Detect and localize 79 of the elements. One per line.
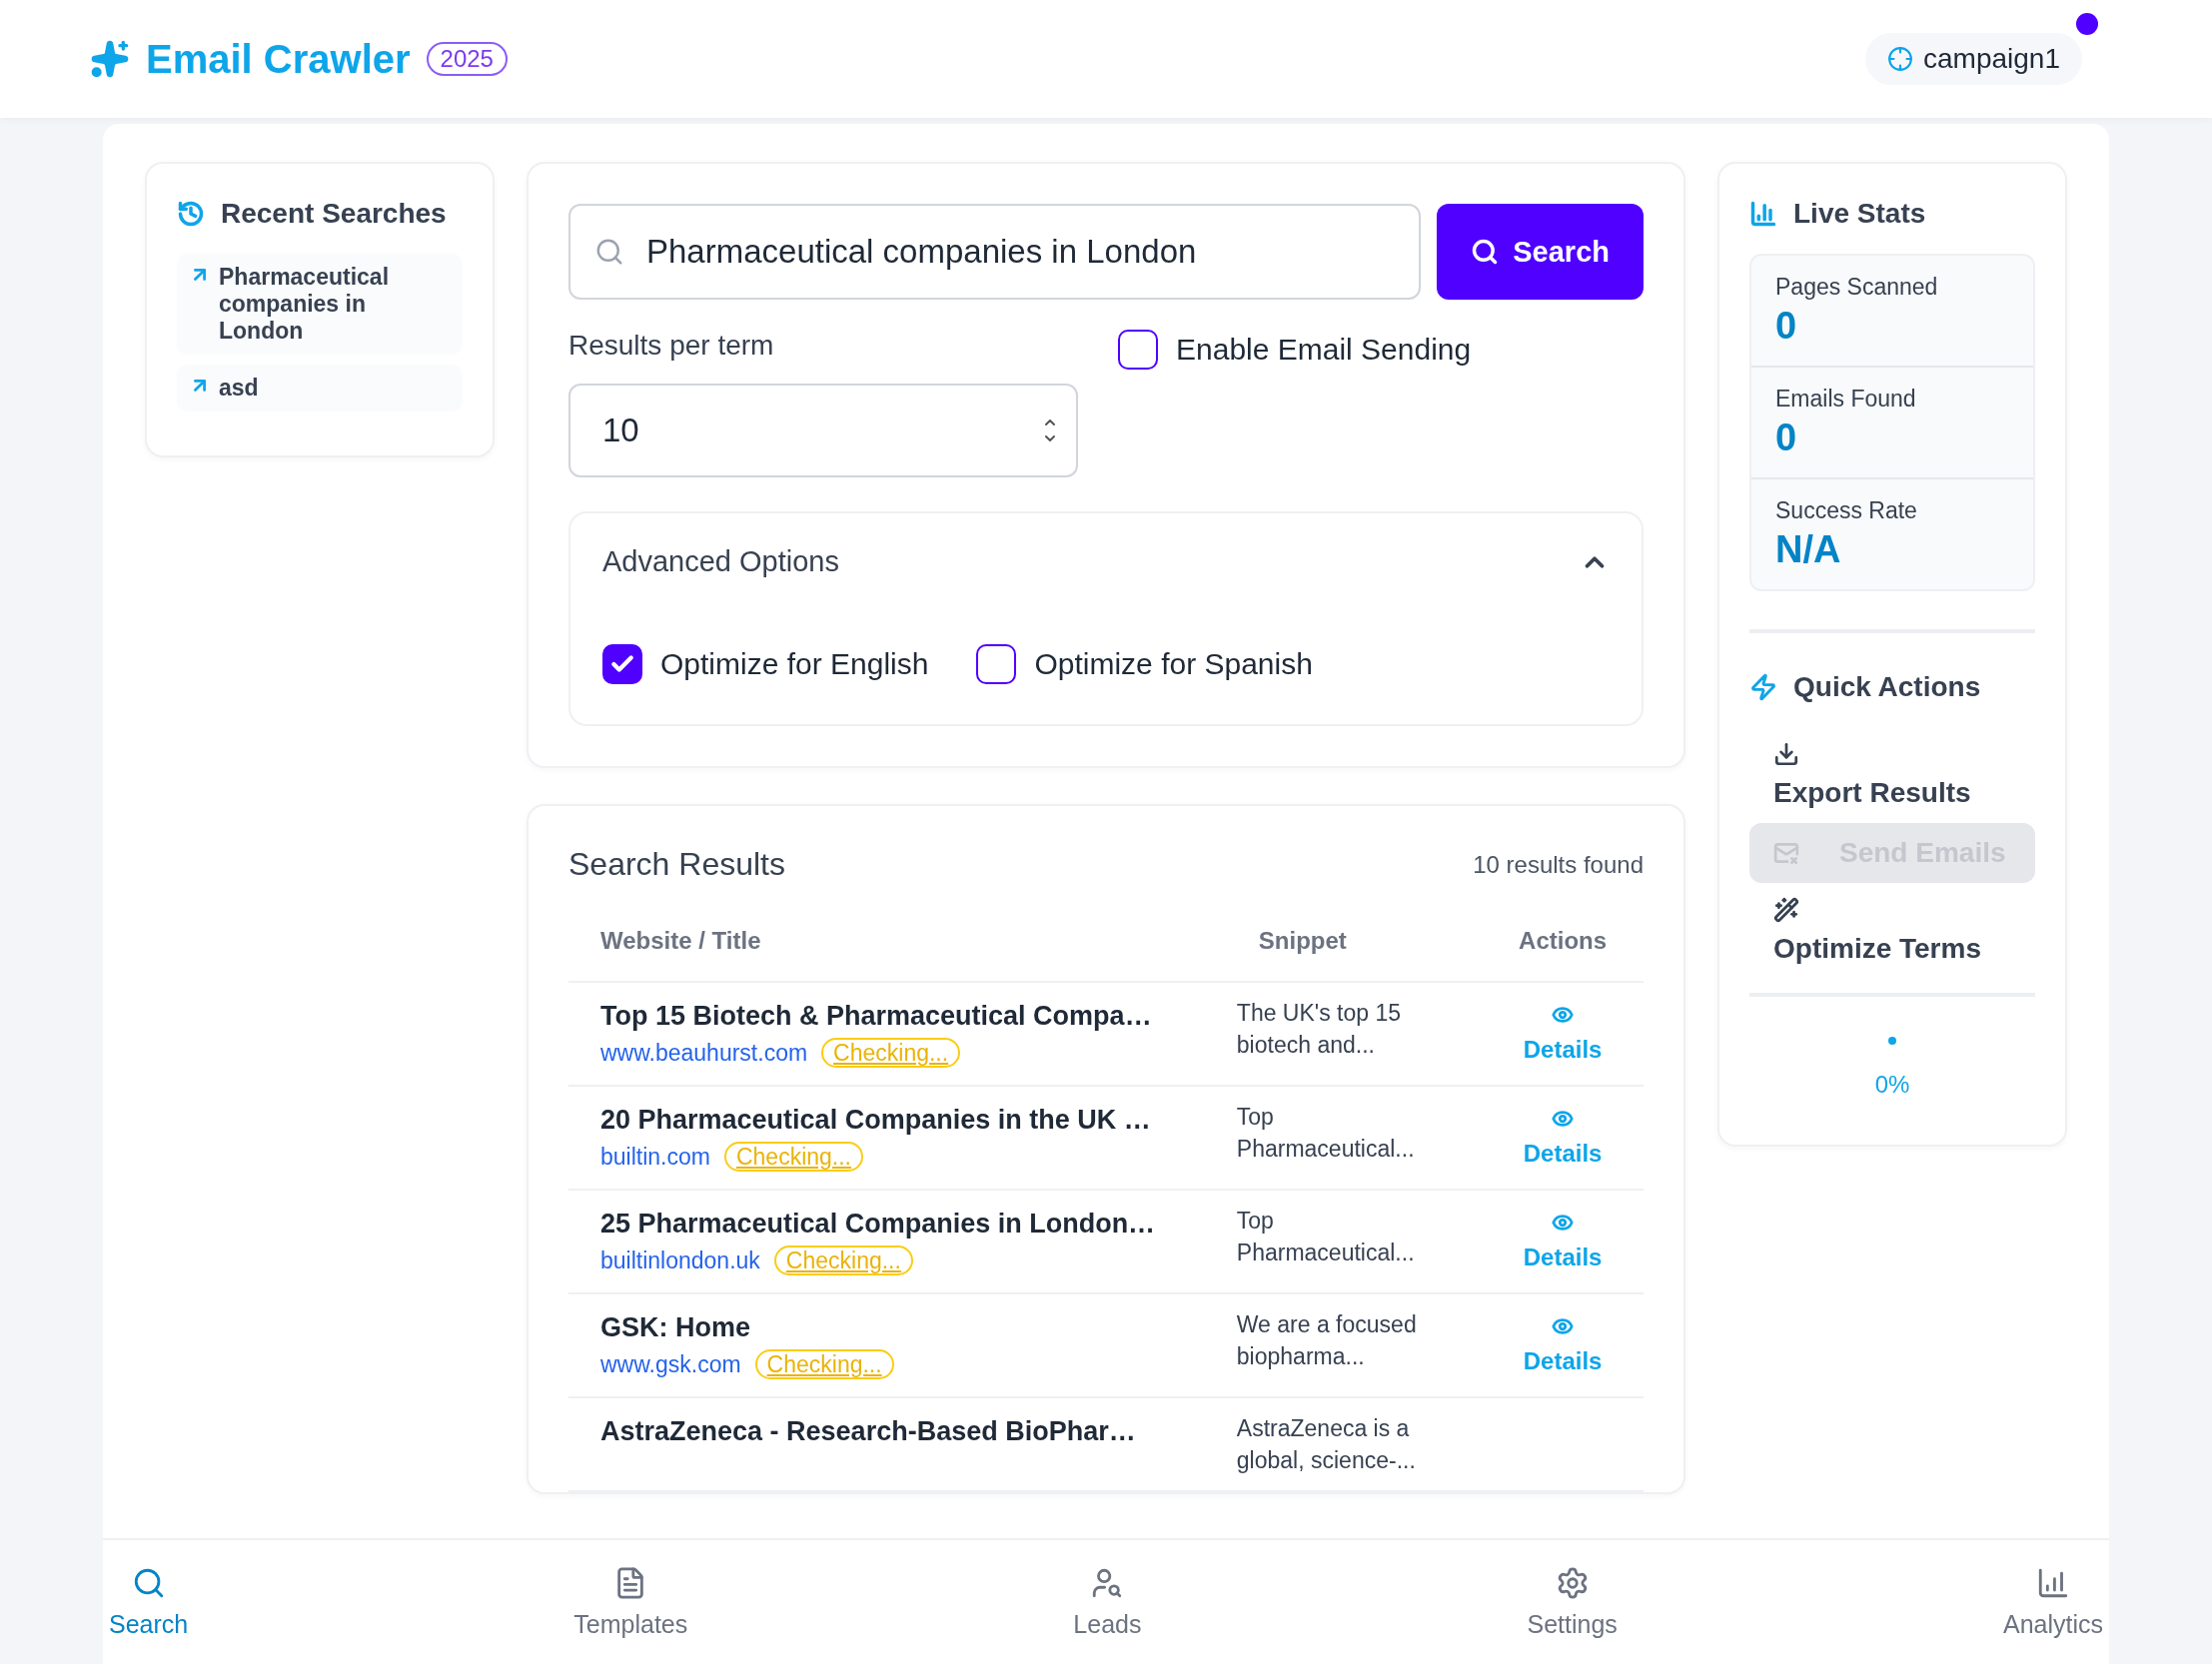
result-link[interactable]: www.gsk.com — [600, 1351, 741, 1377]
card-title: Recent Searches — [221, 198, 447, 230]
nav-tab[interactable]: Leads — [1067, 1564, 1148, 1640]
stat-label: Pages Scanned — [1775, 274, 1939, 301]
recent-search-item[interactable]: asd — [177, 365, 463, 412]
download-icon — [1773, 741, 1799, 767]
details-button[interactable]: Details — [1517, 1314, 1609, 1376]
checkbox[interactable] — [976, 644, 1017, 684]
result-link[interactable]: builtinlondon.uk — [600, 1248, 760, 1273]
eye-icon — [1552, 1315, 1575, 1337]
history-icon — [177, 200, 205, 228]
bar-chart-icon — [1749, 200, 1777, 228]
status-badge: Checking... — [773, 1246, 913, 1275]
stat-value: N/A — [1775, 528, 1842, 571]
result-link[interactable]: www.beauhurst.com — [600, 1040, 808, 1066]
status-badge: Checking... — [754, 1349, 894, 1379]
checkbox-label: Optimize for Spanish — [1034, 647, 1313, 681]
stat-value: 0 — [1775, 305, 1798, 348]
app-title: Email Crawler — [146, 36, 411, 82]
checkbox-label: Enable Email Sending — [1176, 333, 1472, 367]
nav-tab[interactable]: Analytics — [1996, 1564, 2109, 1640]
result-snippet: We are a focused biopharma... — [1236, 1310, 1418, 1372]
column-header: Snippet — [1226, 927, 1483, 982]
quick-action-button[interactable]: Optimize Terms — [1749, 883, 2035, 979]
lightning-icon — [1749, 673, 1777, 701]
number-field[interactable]: 10 — [568, 384, 1078, 477]
result-title: 25 Pharmaceutical Companies in London… — [600, 1209, 1157, 1240]
search-icon — [1471, 238, 1500, 266]
stat-label: Success Rate — [1775, 497, 1918, 524]
details-button[interactable]: Details — [1517, 1003, 1609, 1065]
mail-icon — [1773, 840, 1799, 866]
result-title: Top 15 Biotech & Pharmaceutical Compa… — [600, 1001, 1153, 1032]
search-icon — [594, 237, 624, 267]
stat-value: 0 — [1775, 416, 1798, 459]
column-header: Website / Title — [568, 927, 1227, 982]
results-count: 10 results found — [1473, 850, 1644, 879]
search-field[interactable]: Pharmaceutical companies in London — [568, 204, 1422, 300]
year-badge: 2025 — [426, 42, 508, 76]
advanced-options-toggle[interactable]: Advanced Options — [602, 545, 1610, 578]
nav-tab[interactable]: Templates — [567, 1564, 694, 1640]
result-snippet: AstraZeneca is a global, science-... — [1236, 1414, 1417, 1476]
loading-dot-icon — [1888, 1037, 1896, 1045]
field-label: Results per term — [568, 330, 775, 362]
search-input[interactable]: Pharmaceutical companies in London — [644, 232, 1396, 272]
eye-icon — [1552, 1212, 1575, 1234]
status-badge: Checking... — [723, 1142, 863, 1172]
result-title: AstraZeneca - Research-Based BioPhar… — [600, 1416, 1137, 1447]
recent-search-item[interactable]: Pharmaceutical companies in London — [177, 254, 463, 355]
result-snippet: Top Pharmaceutical... — [1236, 1207, 1416, 1268]
email-sending-checkbox[interactable]: Enable Email Sending — [1118, 330, 1644, 370]
result-link[interactable]: builtin.com — [600, 1144, 710, 1170]
status-badge: Checking... — [821, 1038, 961, 1068]
crosshair-icon — [1887, 46, 1913, 72]
details-button[interactable]: Details — [1517, 1211, 1609, 1272]
number-input[interactable]: 10 — [600, 411, 1042, 450]
checkbox[interactable] — [1118, 330, 1158, 370]
checkbox[interactable] — [602, 644, 642, 684]
card-title: Quick Actions — [1793, 671, 1981, 703]
wand-icon — [1773, 897, 1799, 923]
nav-tab[interactable]: Settings — [1521, 1564, 1624, 1640]
result-snippet: The UK's top 15 biotech and... — [1236, 999, 1403, 1061]
details-button[interactable]: Details — [1517, 1107, 1609, 1169]
campaign-chip[interactable]: campaign1 — [1865, 33, 2082, 85]
result-title: GSK: Home — [600, 1312, 752, 1343]
column-header: Actions — [1482, 927, 1644, 982]
eye-icon — [1552, 1004, 1575, 1026]
search-button[interactable]: Search — [1437, 204, 1644, 300]
card-title: Search Results — [568, 846, 785, 883]
sparkles-icon — [90, 39, 130, 79]
quick-action-button[interactable]: Export Results — [1749, 727, 2035, 823]
stat-label: Emails Found — [1775, 386, 1917, 413]
nav-tab[interactable]: Search — [103, 1564, 195, 1640]
eye-icon — [1552, 1108, 1575, 1130]
campaign-label: campaign1 — [1923, 43, 2060, 75]
result-title: 20 Pharmaceutical Companies in the UK … — [600, 1105, 1152, 1136]
progress-label: 0% — [1874, 1071, 1910, 1099]
result-snippet: Top Pharmaceutical... — [1236, 1103, 1416, 1165]
checkbox-label: Optimize for English — [660, 647, 929, 681]
card-title: Live Stats — [1793, 198, 1926, 230]
